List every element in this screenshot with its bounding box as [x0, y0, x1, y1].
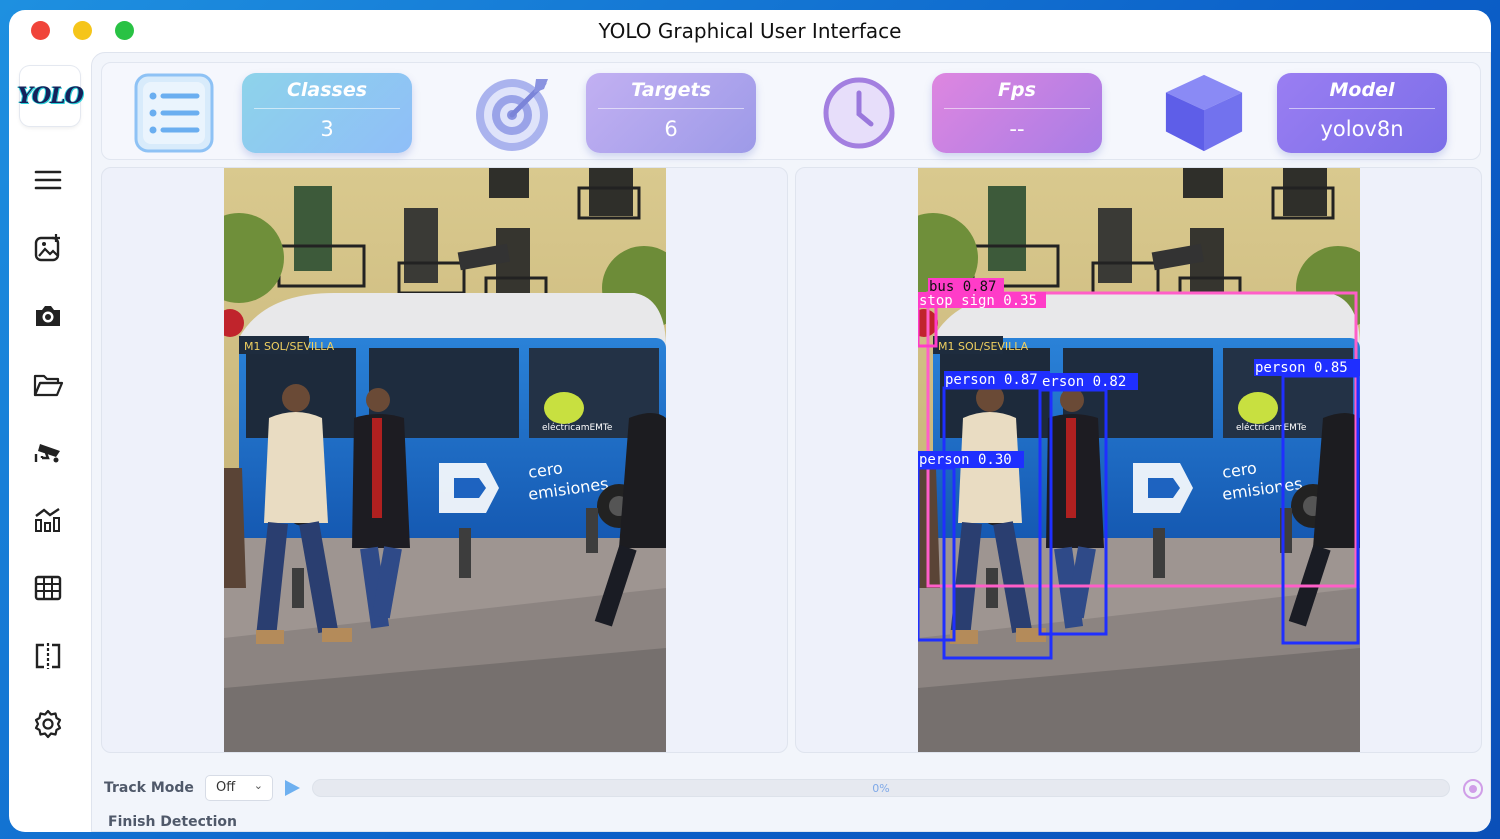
menu-icon [34, 170, 62, 190]
person-detection-label-3: person 0.85 [1255, 360, 1348, 376]
clock-icon [817, 71, 901, 155]
split-view-button[interactable] [28, 636, 68, 676]
detection-image: bus 0.87 stop sign 0.35 person 0.87 erso… [918, 168, 1360, 752]
play-icon [285, 780, 300, 796]
track-mode-value: Off [216, 780, 236, 795]
progress-text: 0% [872, 782, 890, 795]
title-bar: YOLO Graphical User Interface [9, 10, 1491, 52]
app-window: YOLO Graphical User Interface YOLO Class… [9, 10, 1491, 832]
split-view-icon [35, 643, 61, 669]
targets-label: Targets [631, 79, 711, 101]
track-mode-label: Track Mode [104, 780, 194, 796]
target-icon [472, 71, 556, 155]
bottom-bar: Track Mode Off ⌄ 0% Finish Detection [92, 753, 1490, 832]
open-image-button[interactable] [28, 228, 68, 268]
yolo-logo: YOLO [17, 66, 84, 126]
targets-value: 6 [664, 117, 678, 141]
cctv-button[interactable] [28, 432, 68, 472]
stop-button[interactable] [1462, 778, 1484, 800]
chart-button[interactable] [28, 500, 68, 540]
classes-label: Classes [286, 79, 368, 101]
logo-text: YOLO [17, 83, 84, 109]
person-detection-label-2: erson 0.82 [1042, 374, 1126, 390]
original-image-panel [101, 167, 788, 753]
folder-open-icon [33, 374, 64, 397]
table-icon [34, 575, 62, 601]
person-detection-label-1: person 0.87 [945, 372, 1038, 388]
main-content: Classes 3 Targets 6 Fps -- Model yolov8n… [91, 52, 1491, 832]
table-button[interactable] [28, 568, 68, 608]
cctv-camera-icon [34, 444, 60, 463]
camera-icon [36, 306, 60, 326]
targets-card: Targets 6 [586, 73, 756, 153]
model-value: yolov8n [1320, 117, 1404, 141]
stop-icon [1463, 779, 1483, 799]
model-card: Model yolov8n [1277, 73, 1447, 153]
original-image [224, 168, 666, 752]
track-mode-select[interactable]: Off ⌄ [205, 775, 273, 801]
person-detection-label-4: person 0.30 [919, 452, 1012, 468]
classes-card: Classes 3 [242, 73, 412, 153]
menu-button[interactable] [28, 160, 68, 200]
fps-value: -- [1009, 117, 1025, 141]
model-label: Model [1329, 79, 1395, 101]
fps-card: Fps -- [932, 73, 1102, 153]
status-text: Finish Detection [108, 814, 237, 830]
chevron-down-icon: ⌄ [253, 779, 263, 792]
open-folder-button[interactable] [28, 364, 68, 404]
sidebar: YOLO [9, 52, 91, 832]
cube-icon [1162, 71, 1246, 155]
bar-chart-icon [35, 508, 60, 532]
image-add-icon [34, 234, 60, 262]
settings-button[interactable] [28, 704, 68, 744]
stop-sign-detection-label: stop sign 0.35 [919, 293, 1037, 309]
window-title: YOLO Graphical User Interface [598, 19, 902, 43]
classes-value: 3 [320, 117, 334, 141]
play-button[interactable] [283, 779, 301, 801]
fps-label: Fps [998, 79, 1036, 101]
camera-button[interactable] [28, 296, 68, 336]
list-icon [132, 71, 216, 155]
detection-result-panel: bus 0.87 stop sign 0.35 person 0.87 erso… [795, 167, 1482, 753]
stats-bar: Classes 3 Targets 6 Fps -- Model yolov8n [101, 62, 1481, 160]
progress-bar: 0% [312, 779, 1450, 797]
gear-icon [34, 709, 62, 739]
